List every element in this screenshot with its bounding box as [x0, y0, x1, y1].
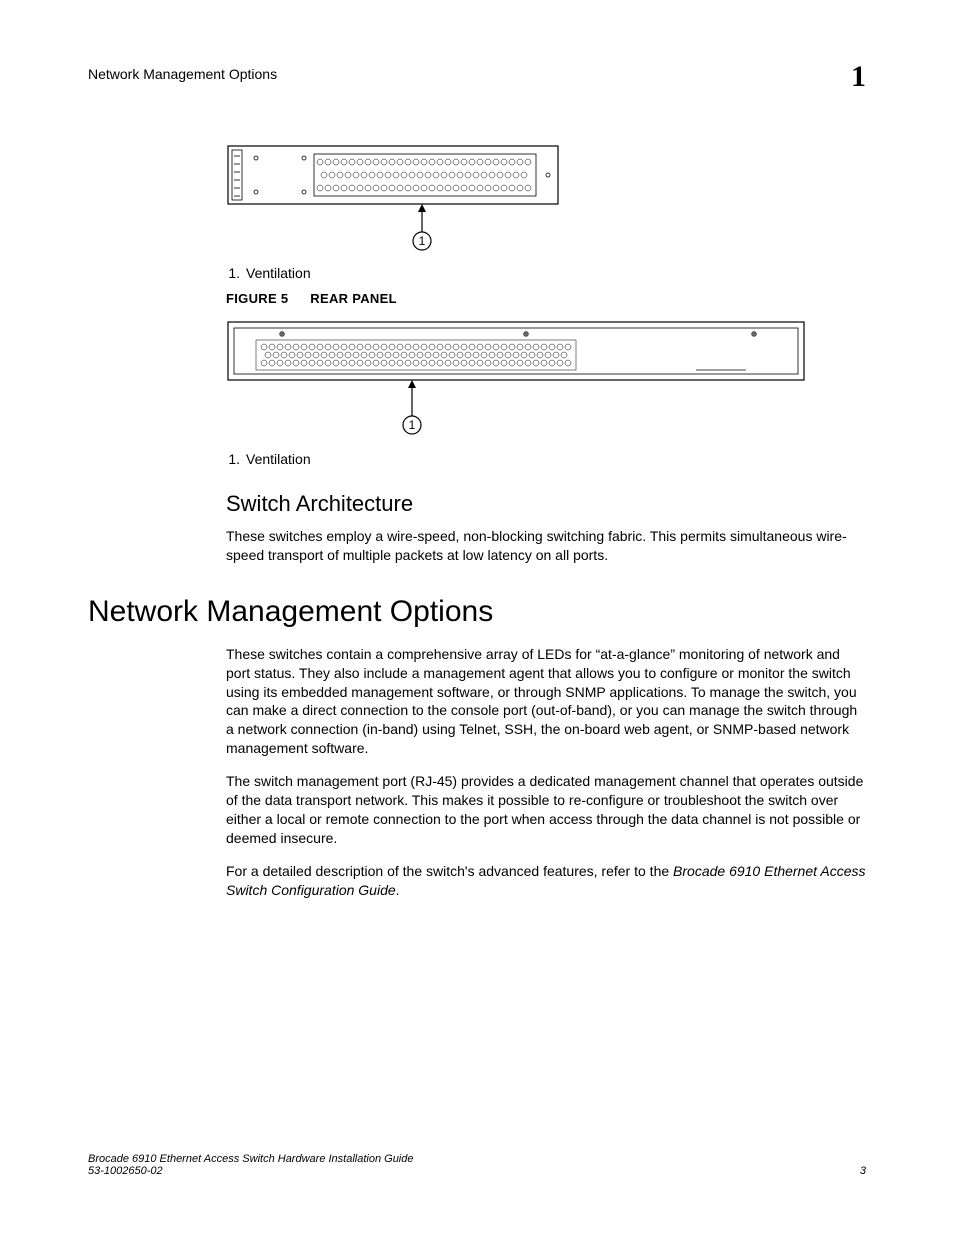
running-title: Network Management Options — [88, 60, 277, 82]
rear-panel-illustration: 1 — [226, 320, 806, 440]
para-nmo-3-post: . — [396, 882, 400, 898]
callout-bubble-1: 1 — [419, 234, 426, 248]
para-nmo-2: The switch management port (RJ-45) provi… — [226, 772, 866, 848]
heading-switch-architecture: Switch Architecture — [226, 491, 866, 517]
running-header: Network Management Options 1 — [88, 60, 866, 94]
figure5-title: REAR PANEL — [310, 291, 397, 306]
callout-text: Ventilation — [246, 451, 311, 467]
footer-doc-title: Brocade 6910 Ethernet Access Switch Hard… — [88, 1153, 414, 1165]
footer-page-number: 3 — [860, 1165, 866, 1177]
side-panel-illustration: [] — [226, 144, 561, 254]
callout-number: 1. — [226, 451, 240, 467]
para-nmo-1: These switches contain a comprehensive a… — [226, 645, 866, 758]
figure5-rear-panel: 1 1. Ventilation — [226, 320, 866, 467]
figure5-caption: FIGURE 5 REAR PANEL — [226, 291, 866, 306]
callout-bubble-2: 1 — [409, 418, 416, 432]
figure-side-panel: [] — [226, 144, 866, 281]
footer-doc-number: 53-1002650-02 — [88, 1165, 414, 1177]
chapter-number: 1 — [851, 60, 866, 94]
figure5-label: FIGURE 5 — [226, 291, 288, 306]
para-nmo-3-pre: For a detailed description of the switch… — [226, 863, 673, 879]
heading-network-management-options: Network Management Options — [88, 595, 866, 629]
para-switch-architecture: These switches employ a wire-speed, non-… — [226, 527, 866, 565]
para-nmo-3: For a detailed description of the switch… — [226, 862, 866, 900]
callout-text: Ventilation — [246, 265, 311, 281]
page-footer: Brocade 6910 Ethernet Access Switch Hard… — [88, 1153, 866, 1177]
callout-number: 1. — [226, 265, 240, 281]
